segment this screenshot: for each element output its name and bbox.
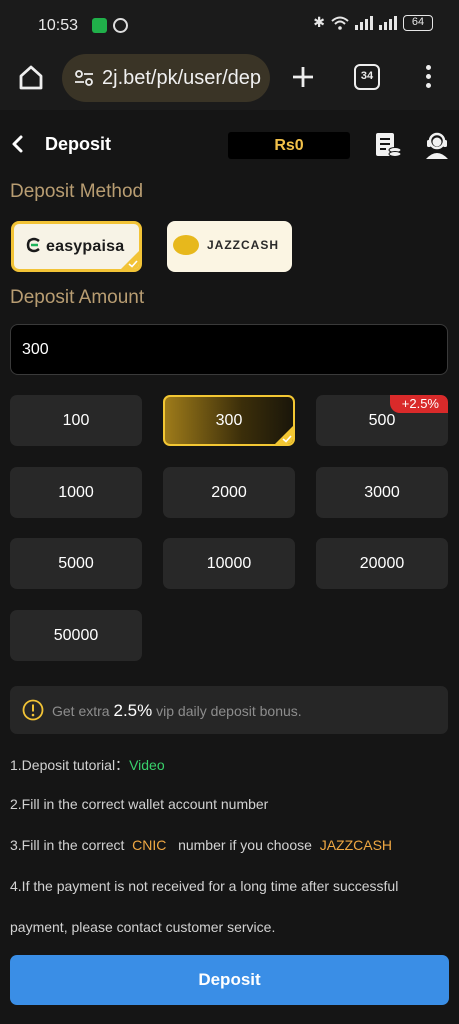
jazzcash-highlight: JAZZCASH (319, 837, 393, 853)
tab-switcher-button[interactable]: 34 (354, 64, 380, 90)
method-easypaisa[interactable]: easypaisa (11, 221, 142, 272)
balance-display: Rs0 (228, 132, 350, 159)
deposit-method-label: Deposit Method (10, 181, 144, 202)
bonus-suffix: vip daily deposit bonus. (156, 703, 302, 719)
url-bar[interactable]: 2j.bet/pk/user/dep (62, 54, 270, 102)
notification-app-icon-2 (113, 18, 128, 33)
bonus-info-text: Get extra 2.5% vip daily deposit bonus. (52, 701, 302, 721)
amount-option-label: 500 (368, 412, 396, 429)
signal-icon-2 (379, 15, 397, 30)
amount-option-10000[interactable]: 10000 (163, 538, 295, 589)
amount-option-50000[interactable]: 50000 (10, 610, 142, 661)
amount-option-label: 20000 (359, 555, 405, 572)
amount-option-20000[interactable]: 20000 (316, 538, 448, 589)
amount-option-label: 5000 (58, 555, 94, 572)
amount-option-label: 1000 (58, 484, 94, 501)
amount-option-label: 100 (62, 412, 90, 429)
note-wallet: 2.Fill in the correct wallet account num… (10, 796, 269, 812)
browser-toolbar: 2j.bet/pk/user/dep 34 (0, 50, 459, 110)
amount-input[interactable] (10, 324, 448, 375)
note-cnic: 3.Fill in the correct CNIC number if you… (10, 837, 392, 853)
easypaisa-logo: easypaisa (26, 237, 124, 256)
note-cnic-prefix: 3.Fill in the correct (10, 837, 125, 853)
cnic-highlight: CNIC (132, 837, 167, 853)
jazzcash-name: JAZZCASH (207, 238, 280, 252)
page-header: Deposit Rs0 (0, 112, 459, 178)
new-tab-icon[interactable] (290, 64, 316, 90)
wifi-icon (331, 16, 349, 30)
easypaisa-mark-icon (26, 237, 40, 253)
warning-circle-icon (22, 699, 44, 721)
status-bar: 10:53 ✱ 64 (0, 0, 459, 50)
video-tutorial-link[interactable]: Video (129, 757, 165, 773)
note-tutorial-label: 1.Deposit tutorial： (10, 757, 130, 773)
note-contact-service: payment, please contact customer service… (10, 919, 276, 935)
amount-option-100[interactable]: 100 (10, 395, 142, 446)
amount-option-2000[interactable]: 2000 (163, 467, 295, 518)
amount-option-label: 50000 (53, 627, 99, 644)
amount-option-label: 3000 (364, 484, 400, 501)
amount-option-5000[interactable]: 5000 (10, 538, 142, 589)
amount-option-1000[interactable]: 1000 (10, 467, 142, 518)
amount-option-label: 300 (215, 412, 243, 429)
bonus-prefix: Get extra (52, 703, 110, 719)
bonus-info-box: Get extra 2.5% vip daily deposit bonus. (10, 686, 448, 734)
url-text: 2j.bet/pk/user/dep (102, 67, 261, 89)
status-time: 10:53 (38, 17, 79, 34)
notification-app-icon (92, 18, 107, 33)
amount-option-300[interactable]: 300 (163, 395, 295, 446)
deposit-amount-label: Deposit Amount (10, 287, 145, 308)
amount-option-500[interactable]: 500 +2.5% (316, 395, 448, 446)
bluetooth-icon: ✱ (313, 14, 325, 30)
amount-option-label: 2000 (211, 484, 247, 501)
amount-option-3000[interactable]: 3000 (316, 467, 448, 518)
selected-check-icon (121, 251, 139, 269)
method-jazzcash[interactable]: JAZZCASH (167, 221, 292, 272)
note-tutorial: 1.Deposit tutorial：Video (10, 755, 165, 775)
bonus-percent: 2.5% (113, 701, 153, 720)
jazzcash-badge-icon (173, 235, 199, 255)
note-payment-delay: 4.If the payment is not received for a l… (10, 878, 399, 894)
page-title: Deposit (45, 134, 112, 154)
battery-icon: 64 (403, 14, 433, 31)
more-menu-icon[interactable] (418, 62, 438, 92)
home-icon[interactable] (16, 62, 46, 92)
easypaisa-name: easypaisa (46, 238, 125, 255)
amount-option-label: 10000 (206, 555, 252, 572)
customer-service-icon[interactable] (423, 130, 451, 160)
deposit-records-icon[interactable] (374, 130, 402, 160)
bonus-badge: +2.5% (389, 395, 448, 413)
deposit-button[interactable]: Deposit (10, 955, 449, 1005)
selected-check-icon (275, 426, 293, 444)
status-icons: ✱ 64 (313, 14, 433, 31)
back-arrow-icon[interactable] (8, 132, 28, 156)
site-settings-icon[interactable] (74, 68, 94, 88)
signal-icon (355, 15, 373, 30)
note-cnic-middle: number if you choose (178, 837, 312, 853)
